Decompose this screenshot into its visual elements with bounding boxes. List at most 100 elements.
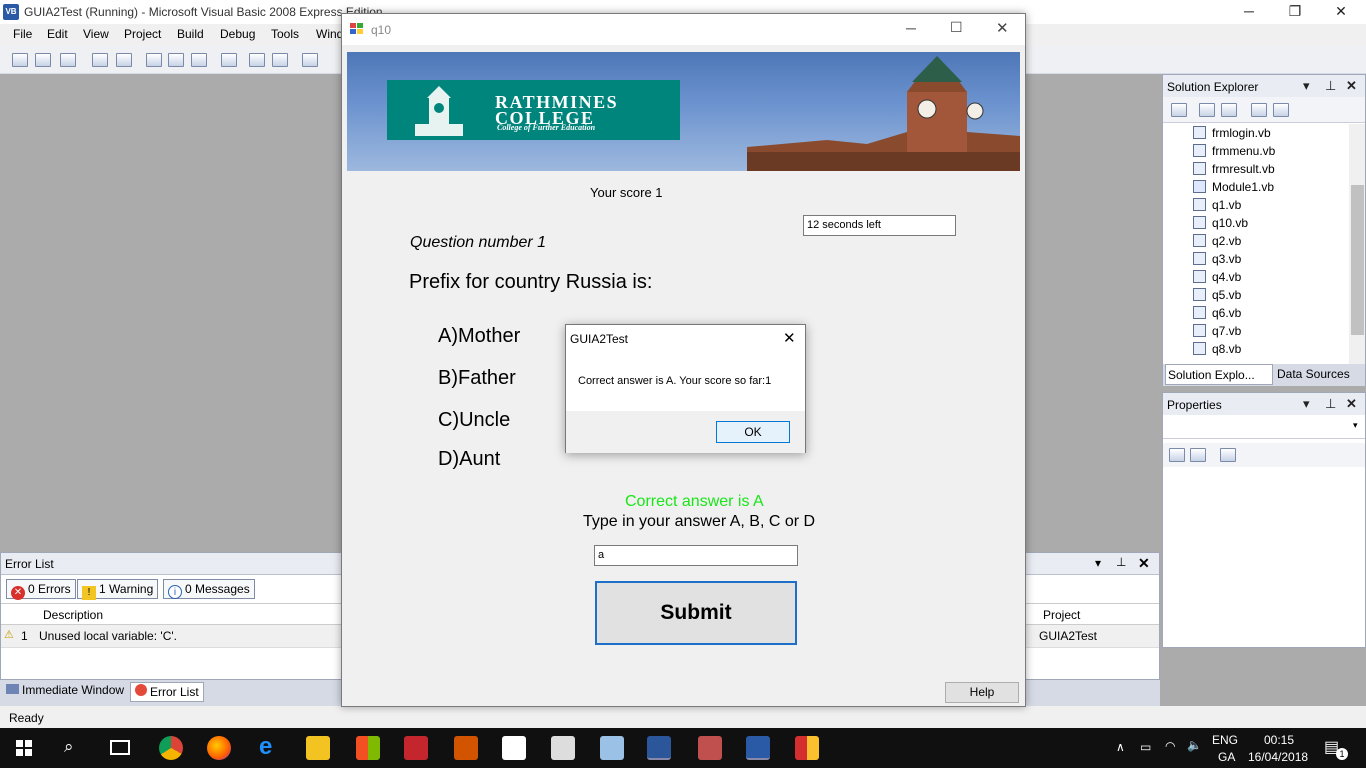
list-item[interactable]: q1.vb — [1193, 196, 1241, 214]
q10-title: q10 — [371, 23, 392, 37]
games-icon[interactable] — [551, 736, 575, 760]
list-item[interactable]: q6.vb — [1193, 304, 1241, 322]
search-icon[interactable]: ⌕ — [64, 737, 74, 757]
menu-build[interactable]: Build — [177, 27, 204, 41]
list-item[interactable]: q3.vb — [1193, 250, 1241, 268]
menu-project[interactable]: Project — [124, 27, 161, 41]
menu-view[interactable]: View — [83, 27, 109, 41]
errors-filter-button[interactable]: ✕ 0 Errors — [6, 579, 76, 600]
menu-window[interactable]: Wind — [316, 27, 343, 41]
close-panel-icon[interactable]: ✕ — [1138, 555, 1150, 572]
app-icon[interactable] — [454, 736, 478, 760]
tab-solution-explorer[interactable]: Solution Explo... — [1165, 364, 1273, 385]
file-explorer-icon[interactable] — [306, 736, 330, 760]
list-item[interactable]: frmresult.vb — [1193, 160, 1275, 178]
close-icon[interactable]: ✕ — [783, 329, 796, 347]
categorized-icon[interactable] — [1169, 448, 1185, 462]
paste-icon[interactable] — [191, 53, 207, 67]
paint-app-icon[interactable] — [698, 736, 722, 760]
show-all-files-icon[interactable] — [1199, 103, 1215, 117]
tab-error-list[interactable]: Error List — [130, 682, 204, 702]
menu-file[interactable]: File — [13, 27, 32, 41]
answer-input[interactable]: a — [594, 545, 798, 566]
column-project[interactable]: Project — [1043, 608, 1080, 622]
pin-icon[interactable]: ⊥ — [1325, 396, 1336, 412]
save-all-icon[interactable] — [116, 53, 132, 67]
dropdown-icon[interactable]: ▾ — [1095, 556, 1101, 570]
list-item[interactable]: q10.vb — [1193, 214, 1248, 232]
save-icon[interactable] — [92, 53, 108, 67]
messages-filter-button[interactable]: i0 Messages — [163, 579, 255, 599]
store-icon[interactable] — [356, 736, 380, 760]
chevron-up-icon[interactable]: ∧ — [1116, 740, 1125, 754]
undo-icon[interactable] — [302, 53, 318, 67]
pin-icon[interactable]: ⊥ — [1116, 555, 1126, 569]
close-icon[interactable]: ✕ — [996, 19, 1009, 37]
minimize-icon[interactable]: ─ — [1226, 0, 1272, 24]
language-line1[interactable]: ENG — [1212, 733, 1238, 747]
submit-button[interactable]: Submit — [595, 581, 797, 645]
new-project-icon[interactable] — [12, 53, 28, 67]
refresh-icon[interactable] — [1221, 103, 1237, 117]
timer-field[interactable]: 12 seconds left — [803, 215, 956, 236]
mail-icon[interactable] — [502, 736, 526, 760]
outdent-icon[interactable] — [272, 53, 288, 67]
firefox-icon[interactable] — [207, 736, 231, 760]
app2-icon[interactable] — [795, 736, 819, 760]
list-item[interactable]: frmlogin.vb — [1193, 124, 1271, 142]
word-icon[interactable] — [647, 736, 671, 760]
list-item[interactable]: q7.vb — [1193, 322, 1241, 340]
menu-edit[interactable]: Edit — [47, 27, 68, 41]
list-item[interactable]: q5.vb — [1193, 286, 1241, 304]
dropdown-icon[interactable]: ▾ — [1303, 78, 1310, 94]
battery-icon[interactable]: ▭ — [1140, 740, 1151, 754]
view-code-icon[interactable] — [1251, 103, 1267, 117]
add-item-icon[interactable] — [60, 53, 76, 67]
clock-time[interactable]: 00:15 — [1264, 733, 1294, 747]
maximize-icon[interactable]: ☐ — [950, 19, 963, 36]
language-line2[interactable]: GA — [1218, 750, 1235, 764]
clock-date[interactable]: 16/04/2018 — [1248, 750, 1308, 764]
open-folder-icon[interactable] — [35, 53, 51, 67]
list-item[interactable]: q4.vb — [1193, 268, 1241, 286]
close-icon[interactable]: ✕ — [1318, 0, 1364, 24]
column-description[interactable]: Description — [43, 608, 103, 622]
close-panel-icon[interactable]: ✕ — [1346, 396, 1357, 412]
properties-object-select[interactable]: ▾ — [1163, 417, 1365, 439]
form-file-icon — [1193, 324, 1206, 337]
warnings-filter-button[interactable]: ! 1 Warning — [77, 579, 159, 600]
indent-icon[interactable] — [249, 53, 265, 67]
list-item[interactable]: Module1.vb — [1193, 178, 1274, 196]
minimize-icon[interactable]: ─ — [906, 20, 916, 36]
pin-icon[interactable]: ⊥ — [1325, 78, 1336, 94]
menu-debug[interactable]: Debug — [220, 27, 255, 41]
ok-button[interactable]: OK — [716, 421, 790, 443]
reader-icon[interactable] — [404, 736, 428, 760]
windows-start-icon[interactable] — [16, 740, 32, 756]
help-button[interactable]: Help — [945, 682, 1019, 703]
cut-icon[interactable] — [146, 53, 162, 67]
wifi-icon[interactable]: ◠ — [1165, 739, 1175, 753]
copy-icon[interactable] — [168, 53, 184, 67]
close-panel-icon[interactable]: ✕ — [1346, 78, 1357, 94]
paint-icon[interactable] — [600, 736, 624, 760]
property-pages-icon[interactable] — [1220, 448, 1236, 462]
alphabetical-icon[interactable] — [1190, 448, 1206, 462]
restore-icon[interactable]: ❐ — [1272, 0, 1318, 24]
volume-icon[interactable]: 🔈 — [1187, 738, 1202, 752]
visual-basic-icon[interactable] — [746, 736, 770, 760]
chrome-icon[interactable] — [159, 736, 183, 760]
list-item[interactable]: frmmenu.vb — [1193, 142, 1275, 160]
properties-icon[interactable] — [1171, 103, 1187, 117]
view-designer-icon[interactable] — [1273, 103, 1289, 117]
dropdown-icon[interactable]: ▾ — [1303, 396, 1310, 412]
find-icon[interactable] — [221, 53, 237, 67]
list-item[interactable]: q8.vb — [1193, 340, 1241, 358]
menu-tools[interactable]: Tools — [271, 27, 299, 41]
tab-immediate-window[interactable]: Immediate Window — [2, 682, 128, 702]
tab-data-sources[interactable]: Data Sources — [1277, 367, 1350, 381]
scrollbar-thumb[interactable] — [1351, 185, 1364, 335]
task-view-icon[interactable] — [110, 740, 130, 755]
list-item[interactable]: q2.vb — [1193, 232, 1241, 250]
edge-icon[interactable]: e — [259, 733, 272, 761]
